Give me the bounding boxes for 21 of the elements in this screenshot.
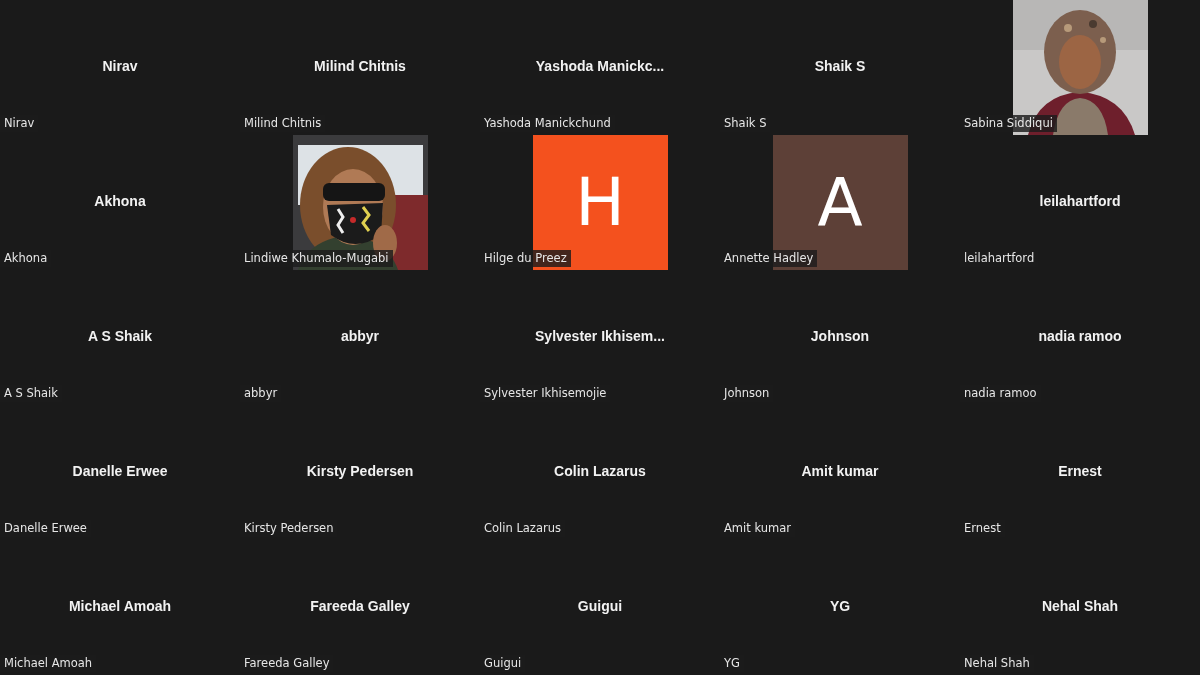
participant-name: Michael Amoah bbox=[68, 597, 172, 614]
participant-name: Kirsty Pedersen bbox=[306, 462, 414, 479]
participant-name: leilahartford bbox=[1039, 192, 1121, 209]
participant-name: nadia ramoo bbox=[1038, 327, 1122, 344]
participant-name: Nehal Shah bbox=[1041, 597, 1119, 614]
participant-name: Milind Chitnis bbox=[314, 57, 406, 74]
participant-name: Colin Lazarus bbox=[554, 462, 646, 479]
participant-name: abbyr bbox=[340, 327, 380, 344]
participant-name: Akhona bbox=[94, 192, 146, 209]
participant-name: Nirav bbox=[102, 57, 138, 74]
participant-name: Guigui bbox=[577, 597, 623, 614]
participant-name: Johnson bbox=[810, 327, 870, 344]
participant-name: Danelle Erwee bbox=[72, 462, 168, 479]
participant-name: Yashoda Manickc... bbox=[535, 57, 665, 74]
participant-name: Fareeda Galley bbox=[310, 597, 410, 614]
participant-name: Shaik S bbox=[814, 57, 866, 74]
participant-name: A S Shaik bbox=[87, 327, 153, 344]
participant-name: Ernest bbox=[1058, 462, 1102, 479]
participant-name: YG bbox=[829, 597, 851, 614]
participant-name: Sylvester Ikhisem... bbox=[535, 327, 665, 344]
participant-name: Amit kumar bbox=[801, 462, 879, 479]
